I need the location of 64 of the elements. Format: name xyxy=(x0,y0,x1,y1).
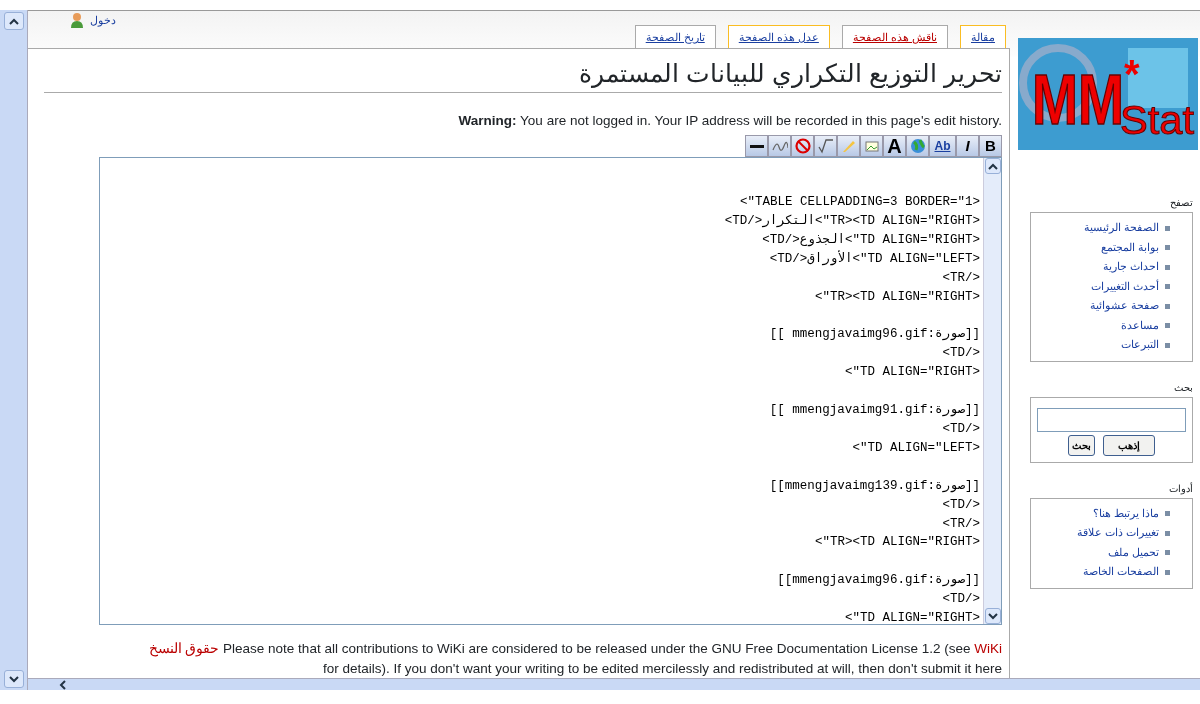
bullet-icon xyxy=(1165,245,1170,251)
sidebar-link[interactable]: الصفحات الخاصة xyxy=(1082,562,1159,582)
link-button[interactable]: Ab xyxy=(929,135,956,158)
bullet-icon xyxy=(1165,264,1170,270)
sidebar-link[interactable]: صفحة عشوائية xyxy=(1089,296,1159,316)
scroll-up-button[interactable] xyxy=(4,12,24,30)
edit-textarea[interactable]: <TABLE CELLPADDING=3 BORDER="1"> <TR><TD ALIGN="RIGHT">التكرار</TD> <TD ALIGN="RIGHT">الجذوع</TD> <TD ALIGN="LEFT">الأوراق</TD> </TR> <TR><TD ALIGN="RIGHT"> [[صورة:mmengjavaimg96.gif ]] </TD> <TD ALIGN="RIGHT"> [[صورة:mmengjavaimg91.gif ]] </TD> <TD ALIGN="LEFT"> [[صورة:mmengjavaimg139.gif]] </TD> </TR> <TR><TD ALIGN="RIGHT"> [[صورة:mmengjavaimg96.gif]] </TD> <TD ALIGN="RIGHT"> xyxy=(99,157,1002,626)
media-icon xyxy=(840,138,857,155)
user-icon xyxy=(70,12,84,29)
sidebar-link[interactable]: ماذا يرتبط هنا؟ xyxy=(1092,503,1159,524)
image-button[interactable] xyxy=(860,135,883,158)
sidebar-link[interactable]: أحدث التغييرات xyxy=(1090,276,1159,297)
page-tab[interactable]: تاريخ الصفحة xyxy=(634,24,716,49)
bullet-icon xyxy=(1165,550,1170,556)
media-button[interactable] xyxy=(837,135,860,158)
globe-button[interactable] xyxy=(906,135,929,158)
nowiki-icon xyxy=(794,138,811,155)
page-scrollbar[interactable] xyxy=(0,10,28,690)
horizontal-scrollbar[interactable] xyxy=(28,678,1200,690)
bold-button[interactable]: B xyxy=(979,135,1002,158)
go-button[interactable]: إذهب xyxy=(1103,434,1155,456)
italic-button[interactable]: I xyxy=(956,135,979,158)
login-link[interactable]: دخول xyxy=(90,12,116,29)
sidebar-link[interactable]: تغييرات ذات علاقة xyxy=(1076,523,1159,543)
license-notice: Please note that all contributions to WiKi are considered to be released under the GNU Free Documentation License 1.2 (see xyxy=(223,641,971,657)
search-button[interactable]: بحث xyxy=(1068,434,1095,456)
logo: MM* Stat xyxy=(1018,38,1198,151)
page-tab[interactable]: عدل هذه الصفحة xyxy=(727,24,830,49)
bullet-icon xyxy=(1165,511,1170,517)
bullet-icon xyxy=(1165,569,1170,575)
math-icon xyxy=(817,138,834,155)
sidebar-link[interactable]: بوابة المجتمع xyxy=(1100,237,1159,258)
page-tab[interactable]: مقالة xyxy=(960,24,1006,49)
rule-button[interactable] xyxy=(745,135,768,158)
headline-button[interactable]: A xyxy=(883,135,906,158)
scroll-down-button[interactable] xyxy=(4,670,24,688)
scroll-up-button[interactable] xyxy=(985,158,1001,175)
bullet-icon xyxy=(1165,342,1170,348)
math-button[interactable] xyxy=(814,135,837,158)
bullet-icon xyxy=(1165,225,1170,231)
search-field[interactable] xyxy=(1037,407,1186,432)
portlet-heading: تصفح xyxy=(1169,196,1193,211)
page-title: تحرير التوزيع التكراري للبيانات المستمرة xyxy=(44,57,1002,93)
copyright-link[interactable]: حقوق النسخ xyxy=(148,641,220,657)
license-notice: for details). If you don't want your writing to be edited mercilessly and redistributed at will, then don't submit it here xyxy=(322,659,1002,678)
nowiki-button[interactable] xyxy=(791,135,814,158)
page-tab[interactable]: ناقش هذه الصفحة xyxy=(841,24,948,49)
sidebar-link[interactable]: تحميل ملف xyxy=(1107,542,1159,563)
bullet-icon xyxy=(1165,303,1170,309)
bullet-icon xyxy=(1165,530,1170,536)
scroll-down-button[interactable] xyxy=(985,608,1001,625)
warning-message: Warning: You are not logged in. Your IP address will be recorded in this page's edit history. xyxy=(457,111,1002,130)
bullet-icon xyxy=(1165,284,1170,290)
portlet-heading: بحث xyxy=(1173,380,1193,395)
sidebar-link[interactable]: التبرعات xyxy=(1121,335,1159,355)
wiki-link[interactable]: WiKi xyxy=(974,641,1002,657)
sidebar-link[interactable]: احداث جارية xyxy=(1102,257,1159,277)
sidebar-link[interactable]: مساعدة xyxy=(1121,315,1159,336)
image-icon xyxy=(863,138,880,155)
sidebar-link[interactable]: الصفحة الرئيسية xyxy=(1083,218,1159,238)
signature-button[interactable] xyxy=(768,135,791,158)
bullet-icon xyxy=(1165,323,1170,329)
globe-icon xyxy=(909,138,926,155)
portlet-heading: أدوات xyxy=(1168,481,1193,496)
